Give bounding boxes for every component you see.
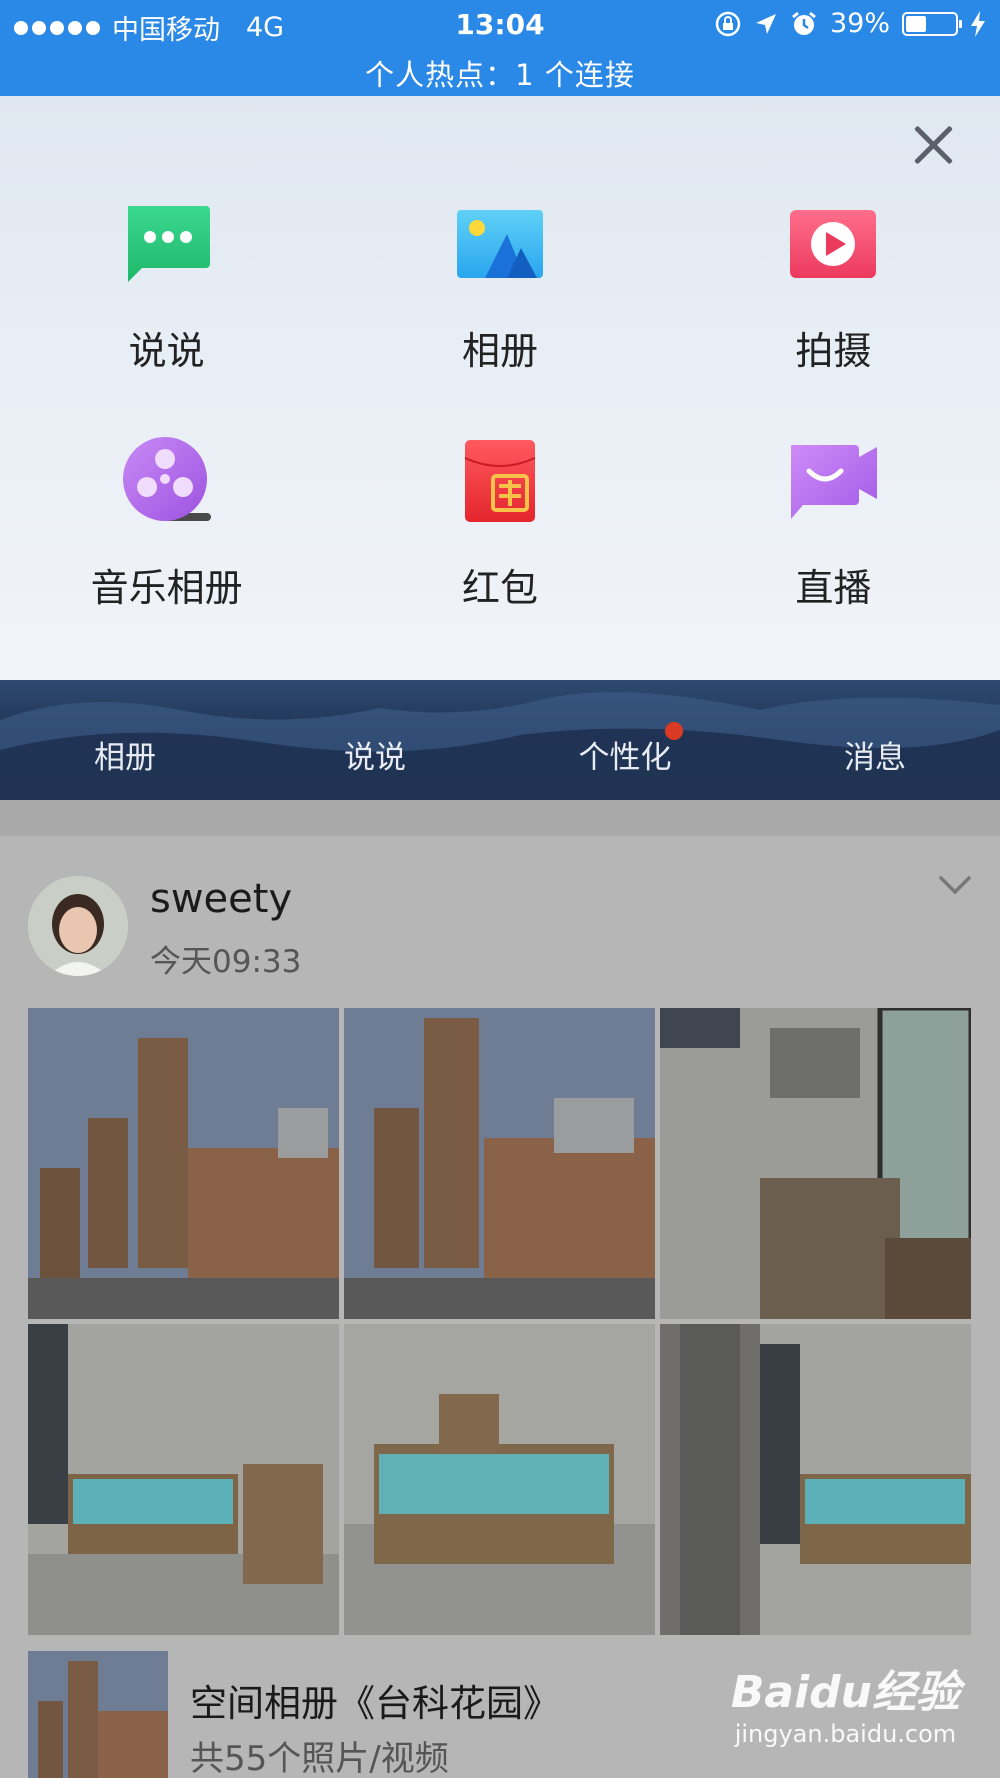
notification-dot: [665, 722, 683, 740]
profile-tabs: 相册 说说 个性化 消息: [0, 722, 1000, 777]
publish-item-red-packet[interactable]: 红包: [333, 433, 666, 612]
live-stream-icon: [785, 433, 881, 529]
publish-panel: 说说 相册 拍摄 音乐相册 红包 直播: [0, 96, 1000, 680]
publish-item-live[interactable]: 直播: [667, 433, 1000, 612]
avatar[interactable]: [28, 876, 128, 976]
red-packet-icon: [452, 433, 548, 529]
close-icon[interactable]: [910, 122, 956, 168]
charging-bolt-icon: [971, 10, 985, 37]
hotspot-banner[interactable]: 个人热点：1 个连接: [0, 52, 1000, 94]
photo-album-icon: [452, 196, 548, 292]
album-title: 空间相册《台科花园》: [190, 1682, 560, 1725]
photo-thumbnail[interactable]: [660, 1008, 971, 1319]
rotation-lock-icon: [715, 11, 741, 36]
publish-item-label: 拍摄: [795, 329, 872, 373]
watermark-brand: Baidu经验: [730, 1667, 960, 1718]
feed-card: sweety 今天09:33 空间相册《台科花园》 共55个照片/视频 Baid…: [0, 836, 1000, 1778]
publish-item-shuoshuo[interactable]: 说说: [0, 196, 333, 375]
photo-grid: [28, 1008, 972, 1635]
tab-album[interactable]: 相册: [0, 732, 250, 777]
publish-item-label: 音乐相册: [90, 566, 243, 610]
publish-item-music-album[interactable]: 音乐相册: [0, 433, 333, 612]
battery-percent: 39%: [829, 8, 890, 39]
watermark-url: jingyan.baidu.com: [734, 1720, 957, 1748]
publish-item-label: 直播: [795, 566, 872, 610]
publish-item-label: 红包: [461, 566, 538, 610]
publish-item-shoot[interactable]: 拍摄: [667, 196, 1000, 375]
tab-shuoshuo[interactable]: 说说: [250, 732, 500, 777]
post-username[interactable]: sweety: [150, 876, 292, 922]
publish-item-label: 说说: [128, 329, 205, 373]
publish-item-album[interactable]: 相册: [333, 196, 666, 375]
tab-messages[interactable]: 消息: [750, 732, 1000, 777]
video-record-icon: [785, 196, 881, 292]
publish-grid: 说说 相册 拍摄 音乐相册 红包 直播: [0, 196, 1000, 612]
photo-thumbnail[interactable]: [28, 1008, 339, 1319]
location-arrow-icon: [755, 13, 776, 34]
profile-cover: 相册 说说 个性化 消息: [0, 680, 1000, 800]
section-divider: [0, 800, 1000, 836]
photo-thumbnail[interactable]: [344, 1008, 655, 1319]
photo-thumbnail[interactable]: [28, 1324, 339, 1635]
photo-thumbnail[interactable]: [660, 1324, 971, 1635]
chat-bubble-icon: [119, 196, 215, 292]
chevron-down-icon[interactable]: [938, 874, 972, 898]
status-bar: 中国移动 4G 13:04 39% 个人热点：1 个连接: [0, 0, 1000, 96]
photo-thumbnail[interactable]: [344, 1324, 655, 1635]
album-thumbnail: [28, 1651, 168, 1778]
tab-personalize[interactable]: 个性化: [500, 722, 750, 777]
music-album-icon: [119, 433, 215, 529]
album-subtitle: 共55个照片/视频: [190, 1739, 449, 1778]
alarm-icon: [792, 11, 816, 35]
publish-item-label: 相册: [461, 329, 538, 373]
battery-icon: [902, 11, 962, 36]
post-time: 今天09:33: [150, 944, 302, 980]
baidu-watermark: Baidu经验 jingyan.baidu.com: [731, 1656, 960, 1748]
